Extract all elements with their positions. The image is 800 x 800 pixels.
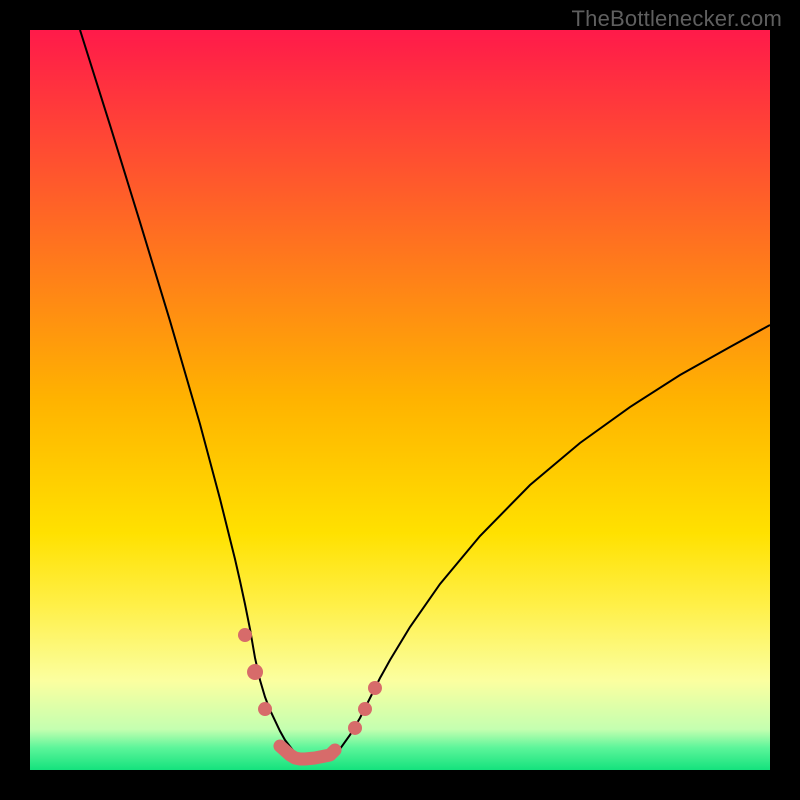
watermark-text: TheBottlenecker.com bbox=[572, 6, 782, 32]
marker-4 bbox=[358, 702, 372, 716]
marker-3 bbox=[348, 721, 362, 735]
chart-svg bbox=[30, 30, 770, 770]
marker-5 bbox=[368, 681, 382, 695]
marker-2 bbox=[258, 702, 272, 716]
chart-outer-frame: TheBottlenecker.com bbox=[0, 0, 800, 800]
marker-0 bbox=[238, 628, 252, 642]
plot-area bbox=[30, 30, 770, 770]
gradient-background bbox=[30, 30, 770, 770]
marker-1 bbox=[247, 664, 263, 680]
